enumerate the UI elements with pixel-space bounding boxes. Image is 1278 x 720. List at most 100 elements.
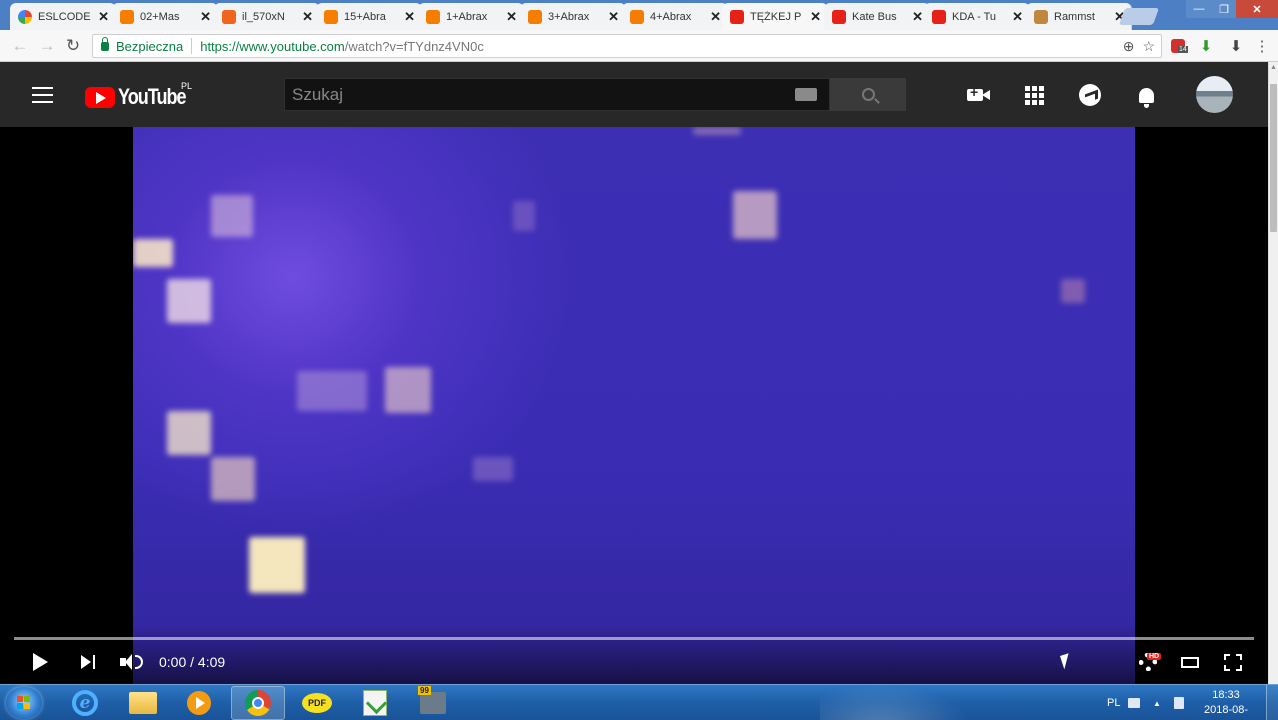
youtube-icon — [932, 9, 946, 24]
language-indicator[interactable]: PL — [1107, 685, 1120, 720]
tab-label: 1+Abrax — [446, 10, 488, 23]
tab-label: il_570xN — [242, 10, 285, 23]
tab-il-570xn[interactable]: il_570xN ✕ — [214, 3, 320, 30]
show-desktop-button[interactable] — [1266, 685, 1278, 720]
screen: ESLCODE ✕ 02+Mas ✕ il_570xN ✕ 15+Abra ✕ … — [0, 0, 1278, 720]
messages-icon[interactable] — [1078, 83, 1102, 107]
window-close-button[interactable]: ✕ — [1236, 0, 1278, 18]
taskbar-chrome[interactable] — [231, 686, 285, 720]
bookmark-star-icon[interactable]: ☆ — [1142, 38, 1155, 55]
tab-kda[interactable]: KDA - Tu ✕ — [924, 3, 1030, 30]
blogger-icon — [630, 9, 644, 24]
start-button[interactable] — [6, 687, 42, 719]
close-icon[interactable]: ✕ — [200, 9, 211, 25]
maximize-button[interactable]: ❐ — [1212, 0, 1236, 18]
clock-date: 2018-08-04 — [1203, 704, 1249, 720]
taskbar-file-explorer[interactable] — [116, 686, 170, 720]
download-icon[interactable]: ⬇ — [1226, 36, 1246, 56]
tab-3-abrax[interactable]: 3+Abrax ✕ — [520, 3, 626, 30]
light-particle — [513, 201, 535, 231]
search-button[interactable] — [830, 78, 906, 111]
chrome-icon — [245, 690, 271, 716]
notifications-bell-icon[interactable] — [1134, 83, 1158, 108]
close-icon[interactable]: ✕ — [710, 9, 721, 25]
play-button[interactable] — [33, 650, 48, 674]
taskbar-glow — [820, 685, 1000, 720]
taskbar-pdf[interactable]: PDF — [290, 686, 344, 720]
tab-label: KDA - Tu — [952, 10, 997, 23]
address-bar[interactable]: Bezpieczna https://www.youtube.com /watc… — [92, 34, 1162, 58]
forward-icon[interactable]: → — [37, 36, 57, 56]
taskbar-tool[interactable] — [406, 686, 460, 720]
close-icon[interactable]: ✕ — [98, 9, 109, 25]
network-tray-icon[interactable] — [1174, 685, 1184, 720]
taskbar-media-player[interactable] — [172, 686, 226, 720]
light-particle — [473, 457, 513, 481]
progress-bar[interactable] — [14, 637, 1254, 640]
video-frame[interactable] — [133, 127, 1135, 684]
keyboard-tray-icon[interactable] — [1128, 685, 1140, 720]
scroll-up-icon[interactable]: ▲ — [1270, 64, 1277, 71]
search-input[interactable]: Szukaj — [284, 78, 830, 111]
close-icon[interactable]: ✕ — [506, 9, 517, 25]
light-particle — [133, 239, 173, 267]
page-scrollbar[interactable]: ▲ — [1268, 62, 1278, 684]
generic-icon — [1034, 9, 1048, 24]
folder-icon — [129, 692, 157, 714]
hamburger-menu-icon[interactable] — [32, 87, 53, 103]
time-display: 0:00 / 4:09 — [159, 654, 226, 670]
minimize-button[interactable]: — — [1186, 0, 1212, 18]
tab-15-abra[interactable]: 15+Abra ✕ — [316, 3, 422, 30]
youtube-logo[interactable]: YouTube PL — [85, 81, 200, 110]
fullscreen-button[interactable] — [1224, 650, 1242, 674]
show-hidden-icons-icon[interactable]: ▲ — [1153, 685, 1161, 720]
browser-toolbar: ← → ↻ Bezpieczna https://www.youtube.com… — [0, 30, 1278, 62]
scroll-thumb[interactable] — [1270, 84, 1277, 232]
windows-taskbar: e PDF PL ▲ 18:33 2018-08-04 — [0, 684, 1278, 720]
avatar[interactable] — [1196, 76, 1233, 113]
secure-label: Bezpieczna — [116, 38, 184, 54]
adblock-extension-icon[interactable]: 14 — [1168, 36, 1188, 56]
tab-4-abrax[interactable]: 4+Abrax ✕ — [622, 3, 728, 30]
next-button[interactable] — [81, 650, 95, 674]
menu-dots-icon[interactable]: ⋮ — [1252, 36, 1272, 56]
tab-kate-bus[interactable]: Kate Bus ✕ — [824, 3, 930, 30]
taskbar-spreadsheet[interactable] — [348, 686, 402, 720]
tab-02-mas[interactable]: 02+Mas ✕ — [112, 3, 218, 30]
close-icon[interactable]: ✕ — [404, 9, 415, 25]
light-particle — [297, 371, 367, 411]
close-icon[interactable]: ✕ — [1012, 9, 1023, 25]
apps-grid-icon[interactable] — [1022, 83, 1046, 107]
blogger-icon — [426, 9, 440, 24]
light-particle — [385, 367, 431, 413]
country-code: PL — [181, 81, 193, 91]
blogger-icon — [120, 9, 134, 24]
taskbar-internet-explorer[interactable]: e — [58, 686, 112, 720]
omnibox-actions: ⊕ ☆ — [1123, 38, 1155, 55]
reload-icon[interactable]: ↻ — [63, 36, 83, 56]
close-icon[interactable]: ✕ — [302, 9, 313, 25]
close-icon[interactable]: ✕ — [810, 9, 821, 25]
tab-label: TĘŻKEJ P — [750, 10, 802, 23]
new-tab-button[interactable] — [1118, 8, 1160, 25]
close-icon[interactable]: ✕ — [912, 9, 923, 25]
tab-1-abrax[interactable]: 1+Abrax ✕ — [418, 3, 524, 30]
back-icon[interactable]: ← — [10, 36, 30, 56]
hd-badge: HD — [1147, 653, 1162, 660]
tab-active-youtube[interactable]: TĘŻKEJ P ✕ — [722, 3, 828, 30]
tab-label: 15+Abra — [344, 10, 386, 23]
download-green-icon[interactable]: ⬇ — [1196, 36, 1216, 56]
tab-rammstein[interactable]: Rammst ✕ — [1026, 3, 1132, 30]
tool-icon — [418, 686, 446, 714]
close-icon[interactable]: ✕ — [608, 9, 619, 25]
zoom-icon[interactable]: ⊕ — [1123, 38, 1135, 55]
video-player[interactable]: 0:00 / 4:09 HD — [0, 127, 1268, 684]
divider — [191, 38, 193, 54]
theater-mode-button[interactable] — [1181, 650, 1199, 674]
blogger-icon — [528, 9, 542, 24]
taskbar-clock[interactable]: 18:33 2018-08-04 — [1200, 688, 1252, 720]
keyboard-icon[interactable] — [795, 88, 817, 101]
upload-video-icon[interactable] — [965, 83, 990, 107]
tab-eslcode[interactable]: ESLCODE ✕ — [10, 3, 116, 30]
volume-button[interactable] — [120, 650, 143, 674]
